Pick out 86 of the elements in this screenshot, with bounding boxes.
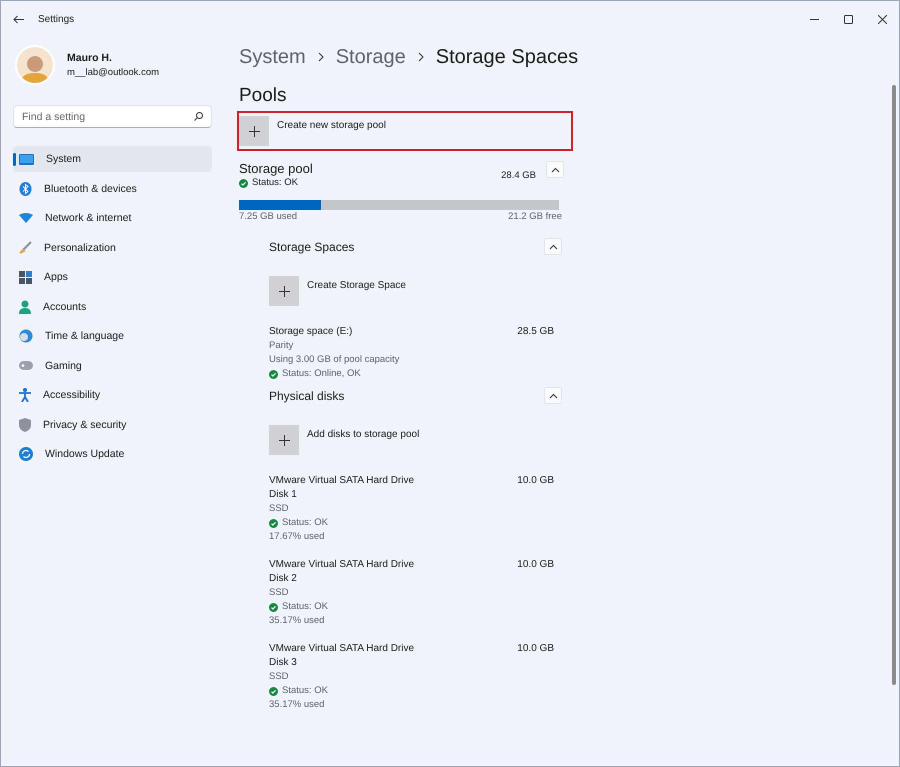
item-size: 10.0 GB [517,558,554,572]
status-ok-icon [269,602,278,612]
create-pool-button[interactable]: Create new storage pool [237,111,573,151]
collapse-button[interactable] [546,161,564,178]
gamepad-icon [19,361,33,370]
chevron-right-icon [418,52,424,62]
pool-name: Storage pool [239,161,313,176]
item-name: VMware Virtual SATA Hard Drive [269,474,414,488]
item-name: VMware Virtual SATA Hard Drive [269,558,414,572]
sidebar-item[interactable]: Accessibility [13,382,212,408]
user-email: m__lab@outlook.com [67,67,160,78]
chevron-up-icon [548,244,558,250]
used-label: 7.25 GB used [239,210,298,224]
sync-icon [19,447,33,461]
free-label: 21.2 GB free [508,210,562,224]
sidebar-item[interactable]: Personalization [13,234,212,260]
shield-icon [19,418,31,432]
pool-size: 28.4 GB [501,168,536,182]
sidebar-item[interactable]: Time & language [13,323,212,349]
chevron-up-icon [550,166,560,172]
plus-icon [278,434,290,446]
collapse-button[interactable] [544,238,562,255]
chevron-right-icon [318,52,324,62]
item-status: Status: OK [269,600,414,614]
breadcrumb-item: Storage Spaces [436,46,578,68]
close-icon [878,14,886,24]
plus-icon [278,286,290,296]
item-name: VMware Virtual SATA Hard Drive [269,642,414,656]
item-size: 28.5 GB [517,325,554,339]
item-detail: Disk 1 [269,488,298,502]
minimize-icon [810,18,818,20]
sidebar-item[interactable]: Gaming [13,352,212,378]
bluetooth-icon [19,182,32,196]
status-ok-icon [269,518,278,528]
sidebar-item[interactable]: Windows Update [13,441,212,467]
item-name: Storage space (E:) [269,325,354,339]
section-title: Physical disks [269,388,344,402]
item-detail: Using 3.00 GB of pool capacity [269,353,400,367]
breadcrumb-item[interactable]: Storage [336,46,406,68]
window-title: Settings [38,14,74,24]
item-size: 10.0 GB [517,474,554,488]
item-size: 10.0 GB [517,642,554,656]
scrollbar[interactable] [892,85,896,685]
brush-icon [19,241,32,254]
plus-icon [248,126,260,136]
item-status: Status: OK [269,516,414,530]
item-status: Status: Online, OK [269,367,400,381]
add-button[interactable]: Add disks to storage pool [267,420,603,460]
status-ok-icon [269,370,278,378]
chevron-up-icon [548,392,558,398]
status-ok-icon [239,178,248,188]
breadcrumb-item[interactable]: System [239,46,306,68]
search-icon [194,112,203,121]
user-name: Mauro H. [67,52,113,64]
back-arrow-icon[interactable] [13,14,24,24]
maximize-icon [844,14,852,24]
sidebar-item[interactable]: Network & internet [13,205,212,231]
item-detail: Parity [269,339,294,353]
item-detail: 35.17% used [269,614,326,628]
accessibility-icon [19,388,31,402]
section-heading: Pools [239,85,288,107]
item-detail: 35.17% used [269,698,326,712]
sidebar-item[interactable]: Bluetooth & devices [13,176,212,202]
sidebar-item[interactable]: System [13,146,212,172]
item-detail: Disk 3 [269,656,298,670]
apps-icon [19,270,32,284]
monitor-icon [19,154,34,164]
sidebar-item[interactable]: Apps [13,264,212,290]
wifi-icon [19,213,33,223]
item-detail: SSD [269,670,290,684]
item-status: Status: OK [269,684,414,698]
status-ok-icon [269,686,278,696]
pool-status: Status: OK [239,176,313,190]
person-icon [19,300,31,314]
item-detail: SSD [269,586,290,600]
search-field[interactable]: Find a setting [13,105,212,128]
item-detail: Disk 2 [269,572,298,586]
person-silhouette-icon [21,53,49,83]
item-detail: SSD [269,502,290,516]
add-button[interactable]: Create Storage Space [267,271,603,311]
sidebar-item[interactable]: Privacy & security [13,412,212,438]
section-title: Storage Spaces [269,240,354,254]
globe-clock-icon [19,329,33,343]
collapse-button[interactable] [544,387,562,404]
item-detail: 17.67% used [269,530,326,544]
sidebar-item[interactable]: Accounts [13,294,212,320]
